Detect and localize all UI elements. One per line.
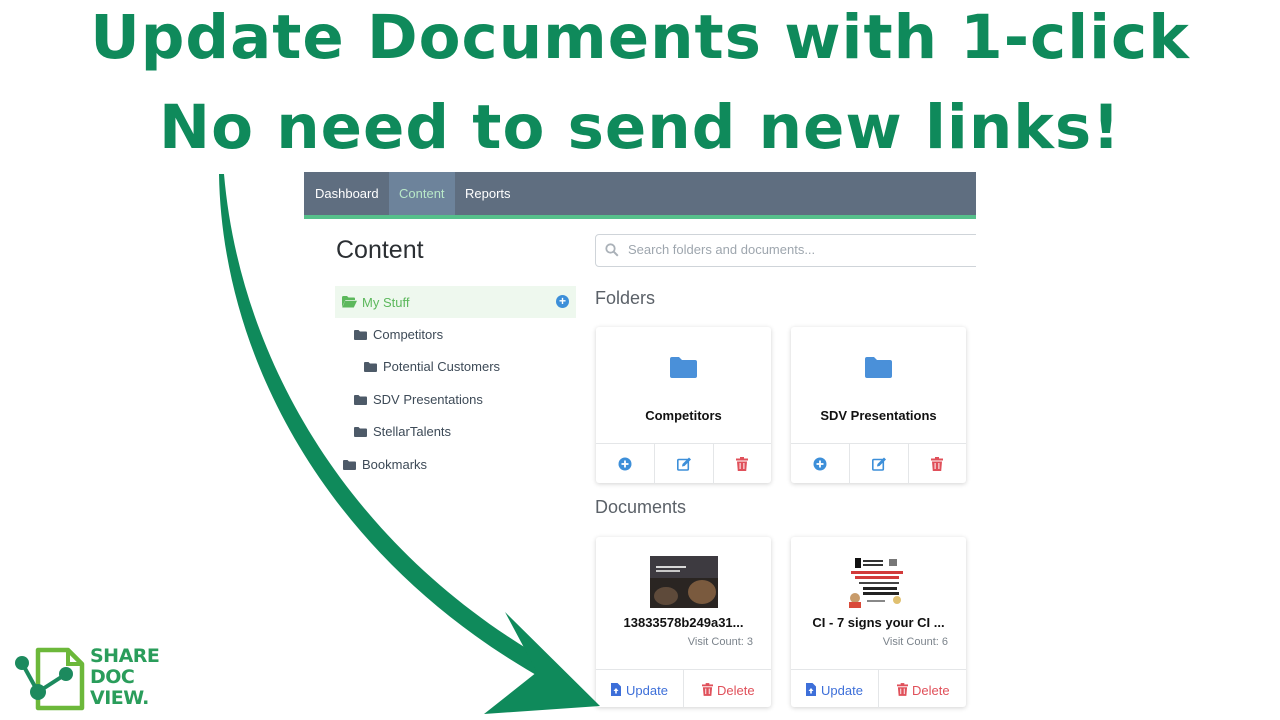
- document-thumbnail: [650, 556, 718, 608]
- folder-icon: [364, 362, 377, 372]
- folder-icon: [865, 357, 892, 378]
- nav-content[interactable]: Content: [389, 172, 455, 215]
- folder-icon: [354, 395, 367, 405]
- visit-count: Visit Count: 3: [687, 636, 753, 648]
- tree-item-label: Potential Customers: [383, 359, 501, 374]
- add-button[interactable]: [596, 444, 655, 484]
- add-folder-icon[interactable]: +: [556, 295, 569, 308]
- logo-mark-icon: [15, 647, 85, 711]
- folder-card[interactable]: SDV Presentations: [791, 327, 966, 484]
- folder-name: SDV Presentations: [820, 408, 937, 423]
- folder-name: Competitors: [645, 408, 722, 423]
- headline-line-2: No need to send new links!: [159, 92, 1121, 163]
- edit-button[interactable]: [850, 444, 909, 484]
- plus-circle-icon: [813, 457, 827, 471]
- documents-heading: Documents: [595, 497, 687, 517]
- tree-item-label: SDV Presentations: [373, 392, 483, 407]
- update-button[interactable]: Update: [596, 670, 684, 708]
- trash-icon: [736, 457, 748, 471]
- delete-button[interactable]: Delete: [684, 670, 771, 708]
- logo-line: SHARE: [90, 645, 160, 667]
- add-button[interactable]: [791, 444, 850, 484]
- search-input[interactable]: [628, 242, 968, 257]
- logo-line: DOC: [90, 666, 135, 688]
- tree-item-my-stuff[interactable]: My Stuff +: [335, 286, 576, 318]
- nav-reports[interactable]: Reports: [455, 172, 521, 215]
- page-title: Content: [336, 236, 424, 264]
- folder-open-icon: [342, 296, 357, 308]
- document-card[interactable]: 13833578b249a31... Visit Count: 3 Update…: [596, 537, 771, 708]
- delete-button[interactable]: [909, 444, 967, 484]
- tree-item-label: StellarTalents: [373, 424, 452, 439]
- headline-line-1: Update Documents with 1-click: [90, 2, 1190, 73]
- search-icon: [605, 243, 619, 257]
- document-thumbnail: [845, 556, 913, 608]
- folder-icon: [354, 427, 367, 437]
- logo-wordmark: SHARE DOC VIEW.: [90, 645, 160, 709]
- delete-label: Delete: [912, 683, 950, 698]
- trash-icon: [702, 683, 713, 696]
- plus-circle-icon: [618, 457, 632, 471]
- trash-icon: [897, 683, 908, 696]
- delete-button[interactable]: [714, 444, 772, 484]
- logo-line: VIEW.: [90, 687, 149, 709]
- tree-item-label: My Stuff: [362, 295, 410, 310]
- file-upload-icon: [611, 683, 621, 696]
- folder-actions: [791, 443, 966, 484]
- update-label: Update: [821, 683, 863, 698]
- update-label: Update: [626, 683, 668, 698]
- folder-card[interactable]: Competitors: [596, 327, 771, 484]
- folders-heading: Folders: [595, 288, 656, 308]
- edit-icon: [872, 457, 886, 471]
- top-nav: Dashboard Content Reports: [304, 172, 976, 219]
- folder-actions: [596, 443, 771, 484]
- document-name: 13833578b249a31...: [623, 615, 744, 630]
- document-name: CI - 7 signs your CI ...: [812, 615, 945, 630]
- document-card[interactable]: CI - 7 signs your CI ... Visit Count: 6 …: [791, 537, 966, 708]
- visit-count: Visit Count: 6: [882, 636, 948, 648]
- document-actions: Update Delete: [791, 669, 966, 708]
- folder-icon: [343, 460, 356, 470]
- trash-icon: [931, 457, 943, 471]
- sharedocview-logo: SHARE DOC VIEW.: [12, 644, 172, 714]
- edit-icon: [677, 457, 691, 471]
- update-button[interactable]: Update: [791, 670, 879, 708]
- document-actions: Update Delete: [596, 669, 771, 708]
- folder-icon: [354, 330, 367, 340]
- file-upload-icon: [806, 683, 816, 696]
- delete-label: Delete: [717, 683, 755, 698]
- tree-item-label: Competitors: [373, 327, 444, 342]
- delete-button[interactable]: Delete: [879, 670, 966, 708]
- edit-button[interactable]: [655, 444, 714, 484]
- folder-icon: [670, 357, 697, 378]
- nav-dashboard[interactable]: Dashboard: [305, 172, 389, 215]
- tree-item-label: Bookmarks: [362, 457, 428, 472]
- search-box[interactable]: [595, 234, 976, 267]
- app-window: Dashboard Content Reports Content My Stu…: [304, 172, 976, 720]
